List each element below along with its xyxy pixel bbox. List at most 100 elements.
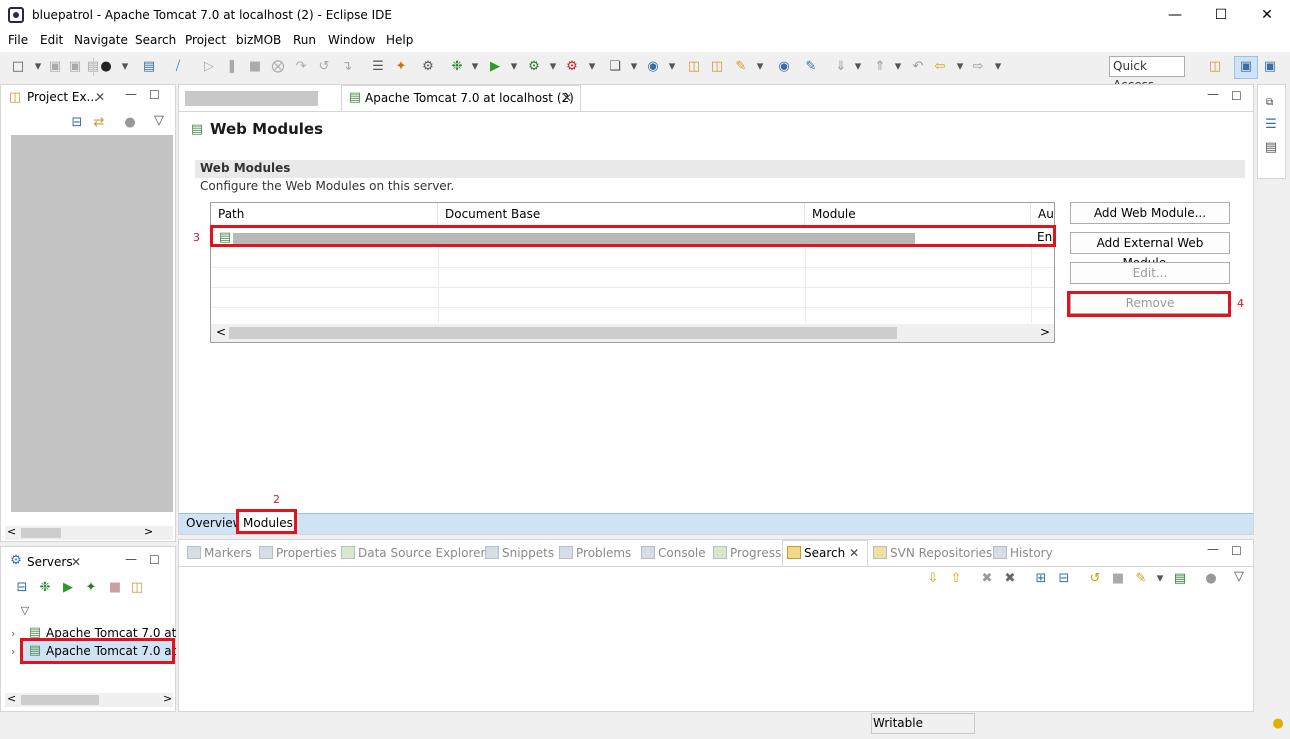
table-scrollbar-thumb[interactable] [229,327,897,339]
save-icon[interactable]: ▣ [47,59,63,75]
pin-editor-icon[interactable]: ✎ [803,59,819,75]
scroll-left-icon[interactable]: < [7,692,16,705]
menu-file[interactable]: File [8,33,28,47]
link-with-editor-icon[interactable]: ⇄ [91,115,107,131]
add-web-module-button[interactable]: Add Web Module... [1070,202,1230,224]
new-icon[interactable]: □ [10,59,26,75]
maximize-view-icon[interactable]: ☐ [149,88,160,102]
menu-navigate[interactable]: Navigate [74,33,128,47]
run-search-again-icon[interactable]: ↺ [1087,571,1103,587]
open-perspective-icon[interactable]: ◫ [1207,59,1223,75]
back-icon[interactable]: ⇦ [932,59,948,75]
dropdown-arrow-icon[interactable]: ▾ [752,59,768,75]
maximize-button[interactable]: ☐ [1198,0,1244,30]
maximize-view-icon[interactable]: ☐ [149,553,160,567]
stop-server-icon[interactable]: ⚙ [564,59,580,75]
scroll-left-icon[interactable]: < [216,325,226,339]
next-annotation-icon[interactable]: ⇓ [833,59,849,75]
column-header-module[interactable]: Module [805,203,1031,225]
column-header-document-base[interactable]: Document Base [438,203,805,225]
coverage-icon[interactable]: ✦ [393,59,409,75]
lightbulb-icon[interactable]: ● [1270,716,1286,732]
menu-project[interactable]: Project [185,33,226,47]
previous-match-icon[interactable]: ⇧ [948,571,964,587]
dropdown-arrow-icon[interactable]: ▾ [850,59,866,75]
remove-all-matches-icon[interactable]: ✖ [1002,571,1018,587]
expand-all-icon[interactable]: ⊞ [1033,571,1049,587]
search-tool-icon[interactable]: ✎ [733,59,749,75]
dropdown-arrow-icon[interactable]: ▾ [584,59,600,75]
dropdown-arrow-icon[interactable]: ▾ [890,59,906,75]
menu-help[interactable]: Help [386,33,413,47]
cancel-search-icon[interactable]: ■ [1110,571,1126,587]
remove-match-icon[interactable]: ✖ [979,571,995,587]
forward-icon[interactable]: ⇨ [970,59,986,75]
add-external-web-module-button[interactable]: Add External Web Module... [1070,232,1230,270]
new-java-class-icon[interactable]: ◉ [645,59,661,75]
run-icon[interactable]: ▶ [487,59,503,75]
step-over-icon[interactable]: ↺ [316,59,332,75]
scrollbar-thumb[interactable] [21,695,99,705]
quick-access-input[interactable]: Quick Access [1109,56,1185,92]
scroll-left-icon[interactable]: < [7,525,16,538]
open-task-icon[interactable]: ◫ [709,59,725,75]
debug-icon[interactable]: ❉ [449,59,465,75]
menu-window[interactable]: Window [328,33,375,47]
account-icon[interactable]: ● [98,59,114,75]
pin-search-icon[interactable]: ▤ [1172,571,1188,587]
last-edit-location-icon[interactable]: ↶ [910,59,926,75]
filters-icon[interactable]: ● [1203,571,1219,587]
minimize-button[interactable]: — [1152,0,1198,30]
column-header-auto-reload[interactable]: Au [1031,203,1054,225]
maximize-view-icon[interactable]: ☐ [1231,89,1242,103]
tab-data-source-explorer[interactable]: Data Source Explorer [341,546,485,560]
previous-annotation-icon[interactable]: ⇑ [872,59,888,75]
redacted-tab[interactable] [185,91,318,106]
web-modules-table[interactable]: Path Document Base Module Au ▤ En < > [210,202,1055,343]
scroll-right-icon[interactable]: > [1040,325,1050,339]
open-type-icon[interactable]: ◫ [686,59,702,75]
minimize-view-icon[interactable]: — [1207,542,1219,556]
servers-title[interactable]: Servers [27,555,73,569]
view-menu-icon[interactable]: ▽ [1231,569,1247,585]
scroll-right-icon[interactable]: > [144,525,153,538]
minimize-view-icon[interactable]: — [125,552,137,566]
dropdown-arrow-icon[interactable]: ▾ [117,59,133,75]
dropdown-arrow-icon[interactable]: ▾ [664,59,680,75]
filters-icon[interactable]: ● [122,115,138,131]
start-server-icon[interactable]: ▶ [60,580,76,596]
next-match-icon[interactable]: ⇩ [925,571,941,587]
stop-server-icon[interactable]: ■ [107,580,123,596]
outline-icon[interactable]: ☰ [1263,117,1279,133]
tab-progress[interactable]: Progress [713,546,781,560]
close-button[interactable]: ✕ [1244,0,1290,30]
tab-markers[interactable]: Markers [187,546,252,560]
project-explorer-title[interactable]: Project Ex... [27,90,98,104]
new-server-icon[interactable]: ❏ [607,59,623,75]
publish-icon[interactable]: ◫ [129,580,145,596]
search-history-icon[interactable]: ✎ [1133,571,1149,587]
profile-server-icon[interactable]: ✦ [83,580,99,596]
tab-console[interactable]: Console [641,546,706,560]
dropdown-arrow-icon[interactable]: ▾ [30,59,46,75]
close-tab-icon[interactable]: ✕ [849,546,859,560]
dropdown-arrow-icon[interactable]: ▾ [506,59,522,75]
edit-button[interactable]: Edit... [1070,262,1230,284]
close-tab-icon[interactable]: ✕ [562,91,572,105]
expand-icon[interactable]: › [11,645,15,658]
minimize-view-icon[interactable]: — [1207,87,1219,101]
step-into-icon[interactable]: ↷ [293,59,309,75]
menu-edit[interactable]: Edit [40,33,63,47]
expand-icon[interactable]: › [11,627,15,640]
step-return-icon[interactable]: ↴ [339,59,355,75]
dropdown-arrow-icon[interactable]: ▾ [952,59,968,75]
menu-search[interactable]: Search [135,33,176,47]
dropdown-arrow-icon[interactable]: ▾ [545,59,561,75]
tab-properties[interactable]: Properties [259,546,337,560]
collapse-all-icon[interactable]: ⊟ [69,115,85,131]
dropdown-arrow-icon[interactable]: ▾ [467,59,483,75]
collapse-all-icon[interactable]: ⊟ [1056,571,1072,587]
web-browser-icon[interactable]: ◉ [776,59,792,75]
disconnect-icon[interactable]: ⨂ [270,59,286,75]
scrollbar-thumb[interactable] [21,528,61,538]
